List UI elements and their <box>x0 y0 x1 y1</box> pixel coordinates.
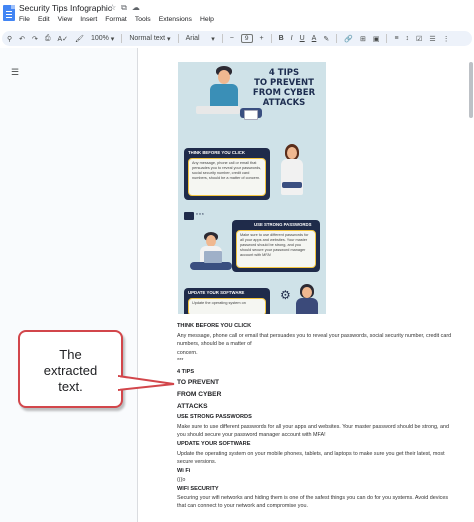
scrollbar[interactable] <box>469 62 473 118</box>
comment-icon[interactable]: ⊞ <box>360 35 366 43</box>
extracted-line: Any message, phone call or email that pe… <box>177 333 452 339</box>
bold-button[interactable]: B <box>279 35 284 42</box>
extracted-line: Make sure to use different passwords for… <box>177 424 449 430</box>
star-icon[interactable]: ☆ <box>109 3 116 13</box>
extracted-line: ATTACKS <box>177 403 208 410</box>
spellcheck-icon[interactable]: A✓ <box>58 35 69 43</box>
menu-edit[interactable]: Edit <box>38 16 50 23</box>
title-icons: ☆ ⧉ ☁ <box>109 3 140 13</box>
extracted-line: Wi Fi <box>177 468 191 474</box>
zoom-select[interactable]: 100% ▾ <box>91 35 114 43</box>
bullets-icon[interactable]: ☰ <box>429 35 435 43</box>
menu-extensions[interactable]: Extensions <box>159 16 192 23</box>
laptop-icon <box>244 110 258 120</box>
increase-font-button[interactable]: + <box>260 35 264 42</box>
extracted-line: Securing your wifi networks and hiding t… <box>177 495 449 501</box>
cloud-icon[interactable]: ☁ <box>132 3 140 13</box>
gear-icon: ⚙ <box>280 288 291 302</box>
move-icon[interactable]: ⧉ <box>121 3 127 13</box>
font-size-input[interactable]: 9 <box>240 34 253 43</box>
tip-card-3-body: Update the operating system on <box>188 298 266 314</box>
text-color-button[interactable]: A <box>312 35 317 42</box>
callout-text: The extracted text. <box>20 347 121 395</box>
infographic-title-line: 4 TIPS <box>268 68 300 78</box>
tip-card-1-label: THINK BEFORE YOU CLICK <box>188 150 245 155</box>
outline-icon[interactable]: ☰ <box>11 67 19 78</box>
extracted-line: you should secure your password manager … <box>177 432 326 438</box>
italic-button[interactable]: I <box>291 35 293 42</box>
divider <box>121 34 123 43</box>
extracted-line: secure versions. <box>177 459 217 465</box>
underline-button[interactable]: U <box>300 35 305 42</box>
search-menus-icon[interactable]: ⚲ <box>7 35 12 43</box>
font-select[interactable]: Arial ▾ <box>186 35 215 43</box>
print-icon[interactable]: ⎙ <box>45 35 51 43</box>
undo-icon[interactable]: ↶ <box>19 35 25 43</box>
tip-card-3-label: UPDATE YOUR SOFTWARE <box>188 290 245 295</box>
infographic-title-line: FROM CYBER <box>252 88 316 98</box>
image-icon[interactable]: ▣ <box>373 35 380 43</box>
menu-file[interactable]: File <box>19 16 30 23</box>
extracted-line: concern. <box>177 350 198 356</box>
divider <box>386 34 388 43</box>
divider <box>221 34 223 43</box>
extracted-line: USE STRONG PASSWORDS <box>177 414 252 420</box>
highlight-icon[interactable]: ✎ <box>323 35 329 43</box>
line-spacing-icon[interactable]: ↕ <box>406 35 410 42</box>
extracted-line: 4 TIPS <box>177 369 195 375</box>
infographic-title-line: ATTACKS <box>262 98 306 108</box>
tip-card-2-body: Make sure to use different passwords for… <box>236 230 316 268</box>
extracted-line: WIFI SECURITY <box>177 486 219 492</box>
menu-insert[interactable]: Insert <box>80 16 97 23</box>
lock-icon <box>184 212 194 220</box>
callout-line: The <box>59 347 82 362</box>
extracted-line: *** <box>177 358 184 364</box>
extracted-line: numbers, should be a matter of <box>177 341 252 347</box>
callout-line: text. <box>58 379 83 394</box>
menu-tools[interactable]: Tools <box>135 16 151 23</box>
extracted-line: FROM CYBER <box>177 391 222 398</box>
link-icon[interactable]: 🔗 <box>344 35 353 43</box>
align-icon[interactable]: ≡ <box>394 35 398 42</box>
tip-card-1: THINK BEFORE YOU CLICK Any message, phon… <box>184 148 270 200</box>
menu-format[interactable]: Format <box>105 16 127 23</box>
extracted-line: Update the operating system on your mobi… <box>177 451 445 457</box>
tip-card-3: UPDATE YOUR SOFTWARE Update the operatin… <box>184 288 270 314</box>
extracted-line: (((o <box>177 477 186 483</box>
paint-format-icon[interactable]: 🖌 <box>75 35 84 43</box>
tip-card-2-label: USE STRONG PASSWORDS <box>254 222 312 227</box>
checklist-icon[interactable]: ☑ <box>416 35 422 43</box>
infographic-title-line: TO PREVENT <box>254 78 314 88</box>
style-value: Normal text <box>129 35 166 42</box>
document-title[interactable]: Security Tips Infographic <box>19 3 112 13</box>
divider <box>177 34 179 43</box>
menu-view[interactable]: View <box>58 16 73 23</box>
menu-bar: File Edit View Insert Format Tools Exten… <box>19 16 214 23</box>
divider <box>270 34 272 43</box>
style-select[interactable]: Normal text ▾ <box>129 35 170 43</box>
toolbar: ⚲ ↶ ↷ ⎙ A✓ 🖌 100% ▾ Normal text ▾ Arial … <box>2 31 472 46</box>
docs-logo-icon[interactable] <box>3 5 15 21</box>
infographic-image[interactable]: 4 TIPS TO PREVENT FROM CYBER ATTACKS THI… <box>178 62 326 314</box>
app-header: Security Tips Infographic ☆ ⧉ ☁ File Edi… <box>0 0 474 28</box>
tip-card-2: USE STRONG PASSWORDS Make sure to use di… <box>232 220 320 272</box>
divider <box>336 34 338 43</box>
callout-box: The extracted text. <box>18 330 123 408</box>
decrease-font-button[interactable]: − <box>230 35 234 42</box>
callout-pointer <box>118 374 175 392</box>
redo-icon[interactable]: ↷ <box>32 35 38 43</box>
font-value: Arial <box>185 35 200 42</box>
more-icon[interactable]: ⋮ <box>443 35 450 43</box>
extracted-line: THINK BEFORE YOU CLICK <box>177 323 252 329</box>
callout-line: extracted <box>43 363 98 378</box>
tip-card-1-body: Any message, phone call or email that pe… <box>188 158 266 196</box>
zoom-value: 100% <box>90 35 109 42</box>
extracted-line: UPDATE YOUR SOFTWARE <box>177 441 251 447</box>
password-dots-icon: *** <box>196 213 205 219</box>
extracted-line: that can connect to your network and com… <box>177 503 308 509</box>
infographic-title: 4 TIPS TO PREVENT FROM CYBER ATTACKS <box>244 68 324 108</box>
menu-help[interactable]: Help <box>200 16 214 23</box>
extracted-line: TO PREVENT <box>177 379 220 386</box>
